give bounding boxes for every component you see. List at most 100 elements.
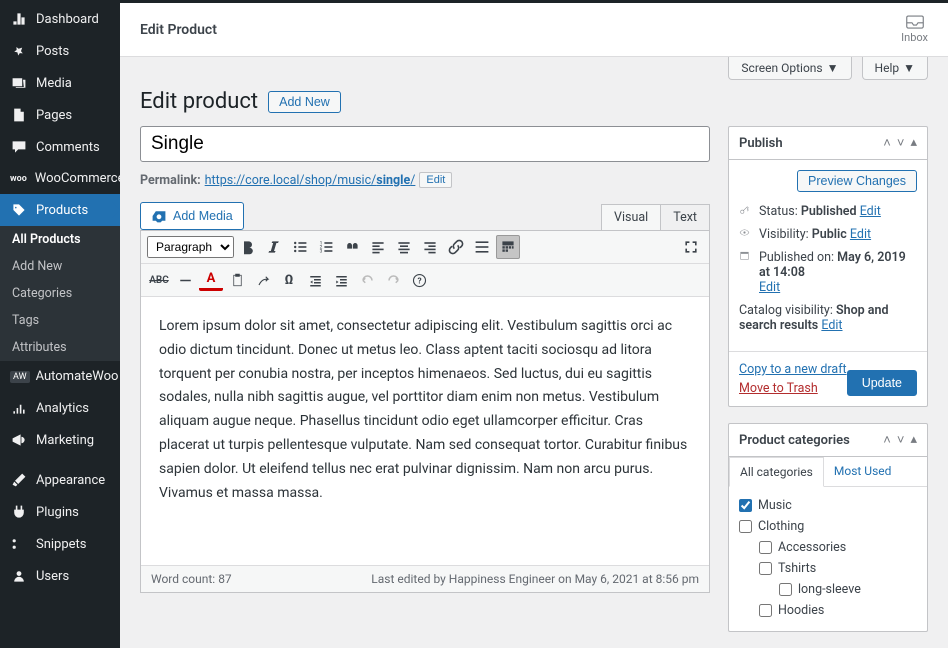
format-select[interactable]: Paragraph: [147, 236, 234, 258]
categories-tab-most-used[interactable]: Most Used: [824, 457, 902, 486]
edit-visibility-link[interactable]: Edit: [850, 227, 871, 242]
inbox-button[interactable]: Inbox: [901, 15, 928, 44]
fullscreen-button[interactable]: [679, 235, 703, 259]
screen-options-button[interactable]: Screen Options▼: [728, 57, 851, 80]
horizontal-rule-button[interactable]: [173, 268, 197, 292]
indent-button[interactable]: [329, 268, 353, 292]
calendar-icon: [739, 250, 753, 265]
blockquote-button[interactable]: [340, 235, 364, 259]
keyboard-help-button[interactable]: ?: [407, 268, 431, 292]
edit-slug-button[interactable]: Edit: [419, 172, 452, 188]
category-checkbox[interactable]: [759, 604, 772, 617]
editor-tab-visual[interactable]: Visual: [601, 204, 661, 230]
sidebar-item-automatewoo[interactable]: AWAutomateWoo: [0, 361, 120, 392]
category-label: Hoodies: [778, 603, 824, 618]
sidebar-item-snippets[interactable]: Snippets: [0, 528, 120, 560]
italic-button[interactable]: [262, 235, 286, 259]
category-checkbox[interactable]: [739, 499, 752, 512]
read-more-button[interactable]: [470, 235, 494, 259]
help-button[interactable]: Help▼: [862, 57, 928, 80]
sidebar-item-products[interactable]: Products: [0, 194, 120, 226]
camera-icon: [151, 208, 167, 224]
category-checkbox[interactable]: [739, 520, 752, 533]
categories-tab-all[interactable]: All categories: [729, 457, 824, 487]
update-button[interactable]: Update: [847, 370, 917, 396]
edit-date-link[interactable]: Edit: [759, 280, 780, 295]
box-toggle-icon[interactable]: ▴: [910, 432, 917, 448]
category-label: long-sleeve: [798, 582, 861, 597]
box-toggle-icon[interactable]: ▴: [910, 135, 917, 151]
submenu-add-new[interactable]: Add New: [0, 253, 120, 280]
sidebar-label: Snippets: [36, 537, 87, 552]
sidebar-item-dashboard[interactable]: Dashboard: [0, 3, 120, 35]
category-checkbox[interactable]: [759, 562, 772, 575]
sidebar-item-media[interactable]: Media: [0, 67, 120, 99]
category-item[interactable]: long-sleeve: [779, 579, 917, 600]
bullet-list-button[interactable]: [288, 235, 312, 259]
editor-tab-text[interactable]: Text: [660, 204, 710, 230]
sidebar-item-comments[interactable]: Comments: [0, 131, 120, 163]
add-media-button[interactable]: Add Media: [140, 202, 244, 230]
align-left-button[interactable]: [366, 235, 390, 259]
outdent-button[interactable]: [303, 268, 327, 292]
sidebar-item-woocommerce[interactable]: wooWooCommerce: [0, 163, 120, 194]
woocommerce-icon: woo: [10, 174, 27, 184]
box-down-icon[interactable]: ˅: [897, 135, 905, 151]
permalink-link[interactable]: https://core.local/shop/music/single/: [205, 173, 416, 188]
submenu-all-products[interactable]: All Products: [0, 226, 120, 253]
edit-catalog-link[interactable]: Edit: [821, 318, 842, 333]
sidebar-label: Media: [36, 76, 72, 91]
sidebar-label: Marketing: [36, 433, 94, 448]
box-up-icon[interactable]: ˄: [883, 135, 891, 151]
submenu-tags[interactable]: Tags: [0, 307, 120, 334]
brush-icon: [10, 472, 28, 488]
sidebar-item-plugins[interactable]: Plugins: [0, 496, 120, 528]
sidebar-item-users[interactable]: Users: [0, 560, 120, 592]
clear-formatting-button[interactable]: [251, 268, 275, 292]
category-checkbox[interactable]: [759, 541, 772, 554]
category-item[interactable]: Tshirts: [759, 558, 917, 579]
submenu-attributes[interactable]: Attributes: [0, 334, 120, 361]
sidebar-item-pages[interactable]: Pages: [0, 99, 120, 131]
paste-text-button[interactable]: [225, 268, 249, 292]
product-categories-box: Product categories ˄ ˅ ▴ All categories Mo…: [728, 423, 928, 632]
category-item[interactable]: Clothing: [739, 516, 917, 537]
analytics-icon: [10, 400, 28, 416]
undo-button[interactable]: [355, 268, 379, 292]
sidebar-item-posts[interactable]: Posts: [0, 35, 120, 67]
sidebar-label: Plugins: [36, 505, 79, 520]
products-submenu: All Products Add New Categories Tags Att…: [0, 226, 120, 361]
category-item[interactable]: Accessories: [759, 537, 917, 558]
toolbar-toggle-button[interactable]: [496, 235, 520, 259]
editor-content-area[interactable]: Lorem ipsum dolor sit amet, consectetur …: [141, 297, 709, 565]
box-down-icon[interactable]: ˅: [897, 432, 905, 448]
submenu-categories[interactable]: Categories: [0, 280, 120, 307]
category-item[interactable]: Hoodies: [759, 600, 917, 621]
add-new-button[interactable]: Add New: [268, 91, 341, 113]
sidebar-item-appearance[interactable]: Appearance: [0, 464, 120, 496]
inbox-icon: [906, 15, 924, 29]
edit-status-link[interactable]: Edit: [860, 204, 881, 219]
numbered-list-button[interactable]: 123: [314, 235, 338, 259]
special-char-button[interactable]: Ω: [277, 268, 301, 292]
redo-button[interactable]: [381, 268, 405, 292]
copy-draft-link[interactable]: Copy to a new draft: [739, 362, 847, 377]
sidebar-item-analytics[interactable]: Analytics: [0, 392, 120, 424]
category-label: Music: [758, 498, 792, 513]
text-color-button[interactable]: A: [199, 270, 223, 291]
category-checkbox[interactable]: [779, 583, 792, 596]
box-up-icon[interactable]: ˄: [883, 432, 891, 448]
move-to-trash-link[interactable]: Move to Trash: [739, 381, 847, 396]
align-right-button[interactable]: [418, 235, 442, 259]
link-button[interactable]: [444, 235, 468, 259]
product-title-input[interactable]: [140, 126, 710, 162]
sidebar-label: Posts: [36, 44, 69, 59]
bold-button[interactable]: [236, 235, 260, 259]
sidebar-label: Comments: [36, 140, 100, 155]
strikethrough-button[interactable]: ABC: [147, 268, 171, 292]
categories-box-title: Product categories: [739, 433, 850, 448]
align-center-button[interactable]: [392, 235, 416, 259]
preview-changes-button[interactable]: Preview Changes: [797, 170, 917, 192]
category-label: Tshirts: [778, 561, 816, 576]
sidebar-item-marketing[interactable]: Marketing: [0, 424, 120, 456]
